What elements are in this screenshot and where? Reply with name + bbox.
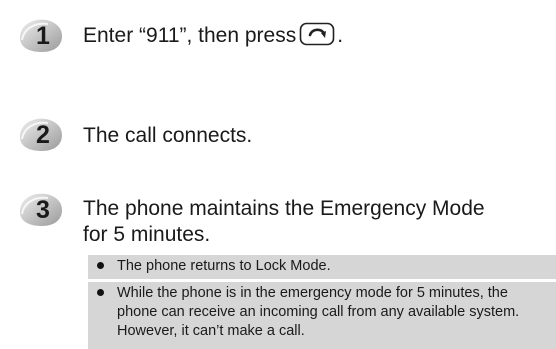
step-1-text: Enter “911”, then press . [83, 22, 343, 49]
note-text: While the phone is in the emergency mode… [117, 285, 520, 339]
step-3-line-1: The phone maintains the Emergency Mode [83, 197, 485, 220]
step-3: 3 The phone maintains the Emergency Mode… [0, 192, 556, 252]
step-1-badge: 1 [16, 16, 66, 54]
notes-box: The phone returns to Lock Mode. While th… [88, 255, 556, 349]
note-item: While the phone is in the emergency mode… [88, 282, 556, 349]
step-2-badge: 2 [16, 115, 66, 153]
step-3-line-2: for 5 minutes. [83, 223, 211, 246]
step-1: 1 Enter “911”, then press . [0, 15, 556, 55]
step-3-badge: 3 [16, 190, 66, 228]
step-2-number: 2 [36, 121, 50, 149]
bullet-icon [97, 262, 104, 269]
step-3-number: 3 [36, 196, 50, 224]
step-1-text-after: . [337, 24, 344, 47]
send-key-icon [299, 22, 335, 46]
bullet-icon [97, 289, 104, 296]
note-text: The phone returns to Lock Mode. [117, 258, 331, 274]
step-1-text-before: Enter “911”, then press [83, 24, 297, 47]
note-item: The phone returns to Lock Mode. [88, 255, 556, 279]
step-2: 2 The call connects. [0, 115, 556, 155]
step-1-number: 1 [36, 22, 50, 50]
step-2-text: The call connects. [83, 124, 253, 147]
